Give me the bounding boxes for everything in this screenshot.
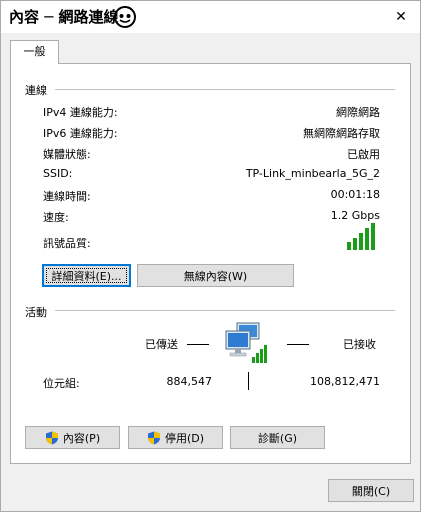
sent-dash <box>187 344 209 345</box>
sent-label: 已傳送 <box>145 338 178 351</box>
properties-window: 內容 ─ 網路連線 ✕ 一般 連線 IPv4 連線能力: 網際網路 IPv6 連… <box>0 0 421 512</box>
signal-bar-4 <box>365 228 369 250</box>
ipv4-value: 網際網路 <box>336 106 380 119</box>
signal-bar-5 <box>371 223 375 250</box>
bytes-received-value: 108,812,471 <box>310 375 380 388</box>
activity-signal-bar-2 <box>256 353 259 363</box>
tab-general-label: 一般 <box>23 45 46 58</box>
details-button[interactable]: 詳細資料(E)... <box>42 264 131 287</box>
duration-value: 00:01:18 <box>330 188 380 201</box>
signal-bar-3 <box>359 233 363 250</box>
title-bar: 內容 ─ 網路連線 ✕ <box>1 1 420 33</box>
properties-button[interactable]: 內容(P) <box>25 426 120 449</box>
signal-strength-icon <box>347 223 375 250</box>
ipv6-value: 無網際網路存取 <box>303 127 380 140</box>
network-computers-icon <box>225 322 267 363</box>
speed-label: 速度: <box>43 211 69 224</box>
wireless-properties-label: 無線內容(W) <box>183 269 248 283</box>
logo-icon <box>114 6 136 28</box>
diagnose-button[interactable]: 診斷(G) <box>230 426 325 449</box>
activity-signal-bar-1 <box>252 357 255 363</box>
activity-signal-bar-4 <box>264 345 267 363</box>
received-label: 已接收 <box>343 338 376 351</box>
media-state-label: 媒體狀態: <box>43 148 91 161</box>
bytes-divider <box>248 372 249 390</box>
ipv4-label: IPv4 連線能力: <box>43 106 118 119</box>
activity-signal-bar-3 <box>260 349 263 363</box>
media-state-value: 已啟用 <box>347 148 380 161</box>
wireless-properties-button[interactable]: 無線內容(W) <box>137 264 294 287</box>
close-button-label: 關閉(C) <box>351 484 391 498</box>
diagnose-button-label: 診斷(G) <box>257 431 298 445</box>
ssid-label: SSID: <box>43 167 73 180</box>
connection-divider <box>55 89 395 90</box>
tab-general[interactable]: 一般 <box>10 40 59 64</box>
signal-quality-label: 訊號品質: <box>43 237 91 250</box>
uac-shield-icon <box>45 431 58 444</box>
connection-heading: 連線 <box>25 84 47 97</box>
disable-button[interactable]: 停用(D) <box>128 426 223 449</box>
bytes-sent-value: 884,547 <box>166 375 213 388</box>
window-title: 內容 ─ 網路連線 <box>9 8 119 26</box>
uac-shield-icon <box>147 431 160 444</box>
speed-value: 1.2 Gbps <box>330 209 380 222</box>
signal-bar-1 <box>347 242 351 250</box>
general-panel: 連線 IPv4 連線能力: 網際網路 IPv6 連線能力: 無網際網路存取 媒體… <box>10 63 411 464</box>
close-icon: ✕ <box>395 9 407 25</box>
received-dash <box>287 344 309 345</box>
focus-ring <box>46 268 127 283</box>
properties-button-label: 內容(P) <box>62 431 101 445</box>
duration-label: 連線時間: <box>43 190 91 203</box>
ipv6-label: IPv6 連線能力: <box>43 127 118 140</box>
close-button[interactable]: 關閉(C) <box>328 479 414 502</box>
activity-divider <box>55 310 395 311</box>
activity-heading: 活動 <box>25 306 47 319</box>
bytes-label: 位元組: <box>43 377 80 390</box>
ssid-value: TP-Link_minbearla_5G_2 <box>245 167 380 180</box>
signal-bar-2 <box>353 238 357 250</box>
disable-button-label: 停用(D) <box>164 431 205 445</box>
close-window-button[interactable]: ✕ <box>382 1 420 33</box>
